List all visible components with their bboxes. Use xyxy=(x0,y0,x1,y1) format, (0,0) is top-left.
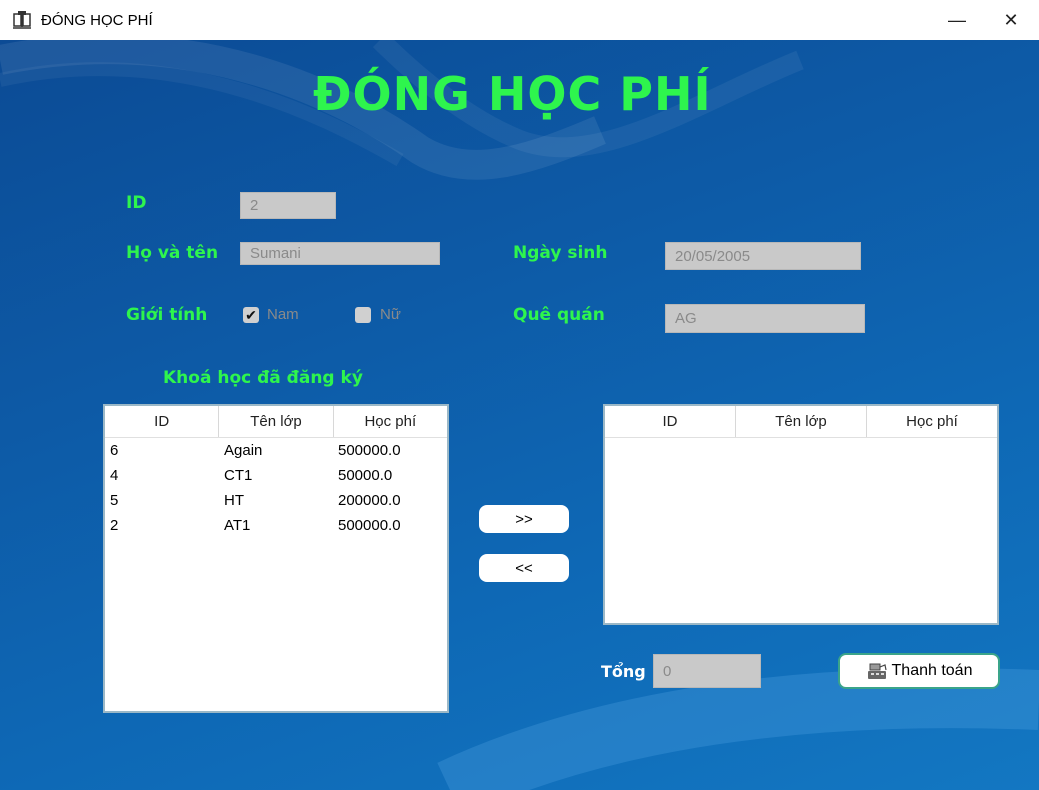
table-header: ID Tên lớp Học phí xyxy=(105,406,447,438)
cell-fee: 500000.0 xyxy=(338,442,401,459)
selected-courses-table[interactable]: ID Tên lớp Học phí xyxy=(603,404,999,625)
female-checkbox[interactable] xyxy=(355,307,371,323)
remove-course-button[interactable]: << xyxy=(479,554,569,582)
page-heading: ĐÓNG HỌC PHÍ xyxy=(313,67,712,121)
table-row[interactable]: 5 HT 200000.0 xyxy=(105,488,447,513)
cell-class-name: AT1 xyxy=(224,517,251,534)
add-course-button[interactable]: >> xyxy=(479,505,569,533)
close-button[interactable]: ✕ xyxy=(988,0,1034,40)
cell-id: 2 xyxy=(110,517,119,534)
column-header-fee[interactable]: Học phí xyxy=(334,406,447,437)
book-icon xyxy=(13,11,31,29)
cell-fee: 200000.0 xyxy=(338,492,401,509)
pay-button[interactable]: Thanh toán xyxy=(838,653,1000,689)
column-header-class-name[interactable]: Tên lớp xyxy=(736,406,867,437)
window-title: ĐÓNG HỌC PHÍ xyxy=(41,12,153,29)
id-field[interactable]: 2 xyxy=(240,192,336,219)
female-label: Nữ xyxy=(380,306,401,323)
cell-id: 6 xyxy=(110,442,119,459)
cash-register-icon xyxy=(867,663,887,679)
hometown-field[interactable]: AG xyxy=(665,304,865,333)
main-panel: ĐÓNG HỌC PHÍ ID 2 Họ và tên Sumani Ngày … xyxy=(0,40,1039,790)
registered-courses-table[interactable]: ID Tên lớp Học phí 6 Again 500000.0 4 CT… xyxy=(103,404,449,713)
column-header-id[interactable]: ID xyxy=(605,406,736,437)
cell-id: 4 xyxy=(110,467,119,484)
registered-courses-title: Khoá học đã đăng ký xyxy=(163,368,363,388)
table-row[interactable]: 6 Again 500000.0 xyxy=(105,438,447,463)
cell-id: 5 xyxy=(110,492,119,509)
cell-class-name: CT1 xyxy=(224,467,253,484)
hometown-label: Quê quán xyxy=(513,305,605,325)
male-label: Nam xyxy=(267,306,299,323)
table-header: ID Tên lớp Học phí xyxy=(605,406,997,438)
column-header-class-name[interactable]: Tên lớp xyxy=(219,406,334,437)
id-label: ID xyxy=(126,193,147,213)
cell-class-name: Again xyxy=(224,442,263,459)
cell-class-name: HT xyxy=(224,492,244,509)
total-label: Tổng xyxy=(601,662,646,681)
name-label: Họ và tên xyxy=(126,243,219,263)
table-row[interactable]: 4 CT1 50000.0 xyxy=(105,463,447,488)
table-row[interactable]: 2 AT1 500000.0 xyxy=(105,513,447,538)
dob-label: Ngày sinh xyxy=(513,243,608,263)
column-header-fee[interactable]: Học phí xyxy=(867,406,997,437)
title-bar: ĐÓNG HỌC PHÍ — ✕ xyxy=(0,0,1039,41)
male-checkbox[interactable]: ✔ xyxy=(243,307,259,323)
cell-fee: 500000.0 xyxy=(338,517,401,534)
minimize-button[interactable]: — xyxy=(934,0,980,40)
dob-field[interactable]: 20/05/2005 xyxy=(665,242,861,270)
cell-fee: 50000.0 xyxy=(338,467,393,484)
total-field[interactable]: 0 xyxy=(653,654,761,688)
column-header-id[interactable]: ID xyxy=(105,406,220,437)
pay-button-label: Thanh toán xyxy=(891,662,973,679)
gender-label: Giới tính xyxy=(126,305,208,325)
name-field[interactable]: Sumani xyxy=(240,242,440,265)
